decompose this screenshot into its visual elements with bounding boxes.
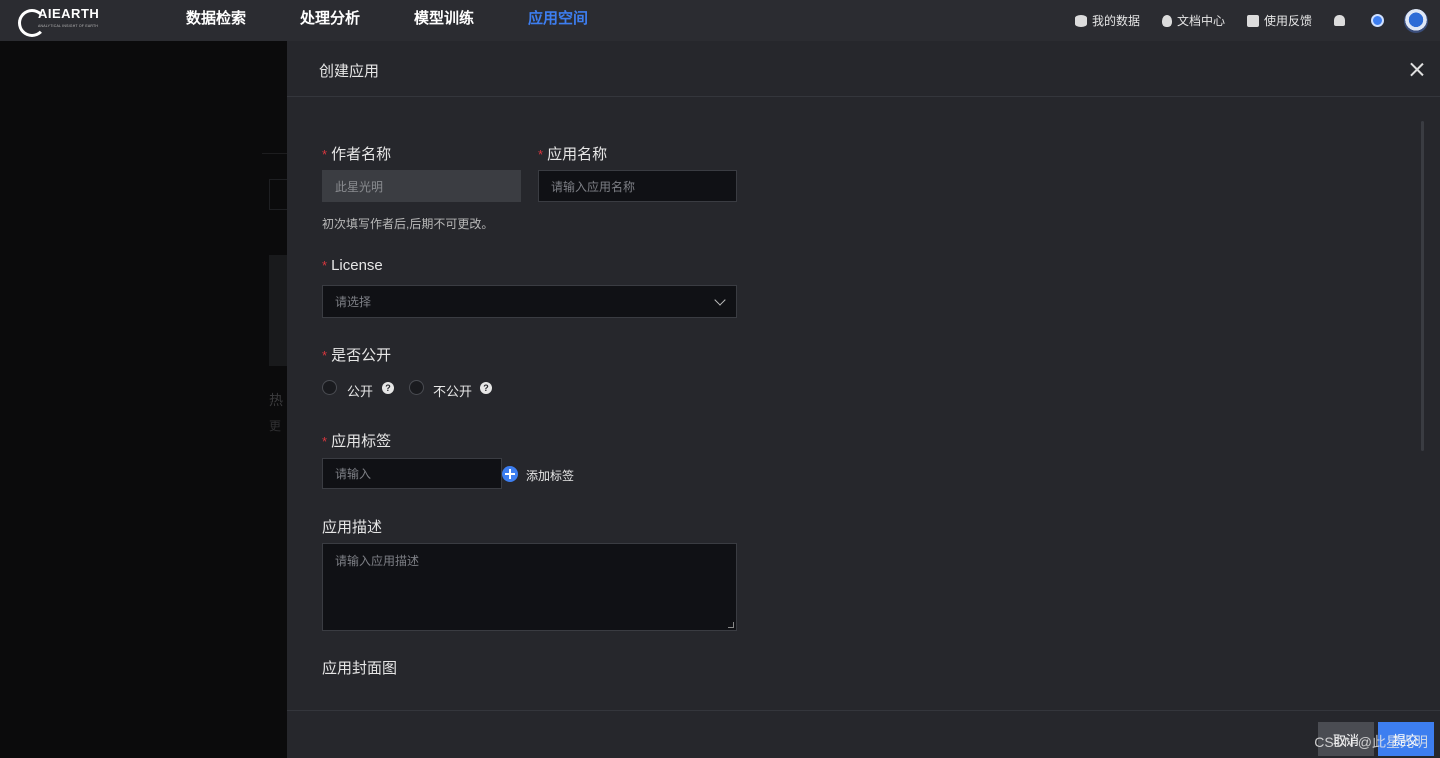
feedback-label: 使用反馈: [1263, 14, 1312, 28]
main-nav: 数据检索 处理分析 模型训练 应用空间: [186, 0, 642, 41]
docs-link[interactable]: 文档中心: [1161, 12, 1225, 29]
aiearth-logo[interactable]: AIEARTH ANALYTICAL INSIGHT OF EARTH: [16, 4, 102, 37]
help-icon-private[interactable]: ?: [480, 382, 492, 394]
header-tools: 我的数据 文档中心 使用反馈: [1074, 0, 1440, 41]
required-mark: *: [322, 348, 328, 363]
required-mark: *: [322, 258, 328, 273]
tag-input[interactable]: 请输入: [322, 458, 502, 489]
create-app-drawer: 创建应用 * 作者名称 此星光明 初次填写作者后,后期不可更改。 * 应用名称 请输…: [287, 41, 1440, 758]
app-cover-label: 应用封面图: [322, 660, 398, 677]
add-tag-button[interactable]: 添加标签: [526, 467, 574, 484]
private-option-label[interactable]: 不公开: [433, 381, 472, 400]
app-tags-label: * 应用标签: [322, 433, 392, 450]
nav-item-model-training[interactable]: 模型训练: [414, 0, 474, 41]
author-name-label: * 作者名称: [322, 146, 392, 163]
license-label: * License: [322, 257, 383, 274]
avatar[interactable]: [1404, 8, 1428, 33]
csdn-watermark: CSDN @此星光明: [1314, 734, 1428, 750]
drawer-scrollbar[interactable]: [1421, 121, 1424, 451]
background-card: [269, 255, 287, 366]
logo-text: AIEARTH ANALYTICAL INSIGHT OF EARTH: [38, 7, 99, 32]
required-mark: *: [538, 147, 544, 162]
visibility-label: * 是否公开: [322, 347, 392, 364]
background-search-input: [269, 179, 289, 210]
top-nav-bar: AIEARTH ANALYTICAL INSIGHT OF EARTH 数据检索…: [0, 0, 1440, 41]
feedback-link[interactable]: 使用反馈: [1246, 12, 1312, 29]
globe-icon[interactable]: [1371, 14, 1384, 27]
resize-grip-icon[interactable]: [728, 622, 734, 628]
bell-icon[interactable]: [1334, 15, 1345, 26]
background-subtext: 更: [269, 419, 282, 433]
my-data-label: 我的数据: [1091, 14, 1140, 28]
drawer-title: 创建应用: [319, 63, 380, 80]
logo-subtitle: ANALYTICAL INSIGHT OF EARTH: [38, 24, 99, 28]
nav-item-data-search[interactable]: 数据检索: [186, 0, 246, 41]
database-icon: [1074, 14, 1087, 27]
author-name-field: 此星光明: [322, 170, 521, 202]
public-radio[interactable]: [322, 380, 337, 395]
public-option-label[interactable]: 公开: [347, 381, 373, 400]
author-name-hint: 初次填写作者后,后期不可更改。: [322, 217, 494, 231]
lightbulb-icon: [1161, 14, 1172, 27]
drawer-footer: 取消 提交: [287, 710, 1440, 758]
chevron-down-icon: [714, 294, 726, 306]
my-data-link[interactable]: 我的数据: [1074, 12, 1140, 29]
nav-item-analysis[interactable]: 处理分析: [300, 0, 360, 41]
license-select-placeholder: 请选择: [335, 295, 372, 309]
required-mark: *: [322, 434, 328, 449]
add-tag-plus-icon[interactable]: [502, 466, 518, 482]
logo-mark-icon: [16, 5, 46, 37]
docs-label: 文档中心: [1176, 14, 1225, 28]
close-icon[interactable]: [1410, 62, 1424, 76]
background-heading: 热: [269, 392, 283, 408]
app-description-textarea[interactable]: 请输入应用描述: [322, 543, 737, 631]
help-icon-public[interactable]: ?: [382, 382, 394, 394]
description-placeholder: 请输入应用描述: [335, 554, 420, 568]
app-name-input[interactable]: 请输入应用名称: [538, 170, 737, 202]
app-name-label: * 应用名称: [538, 146, 608, 163]
license-select[interactable]: 请选择: [322, 285, 737, 318]
app-description-label: 应用描述: [322, 519, 383, 536]
drawer-header: 创建应用: [287, 41, 1440, 97]
nav-item-app-space[interactable]: 应用空间: [528, 0, 588, 41]
private-radio[interactable]: [409, 380, 424, 395]
feedback-icon: [1246, 14, 1259, 27]
required-mark: *: [322, 147, 328, 162]
